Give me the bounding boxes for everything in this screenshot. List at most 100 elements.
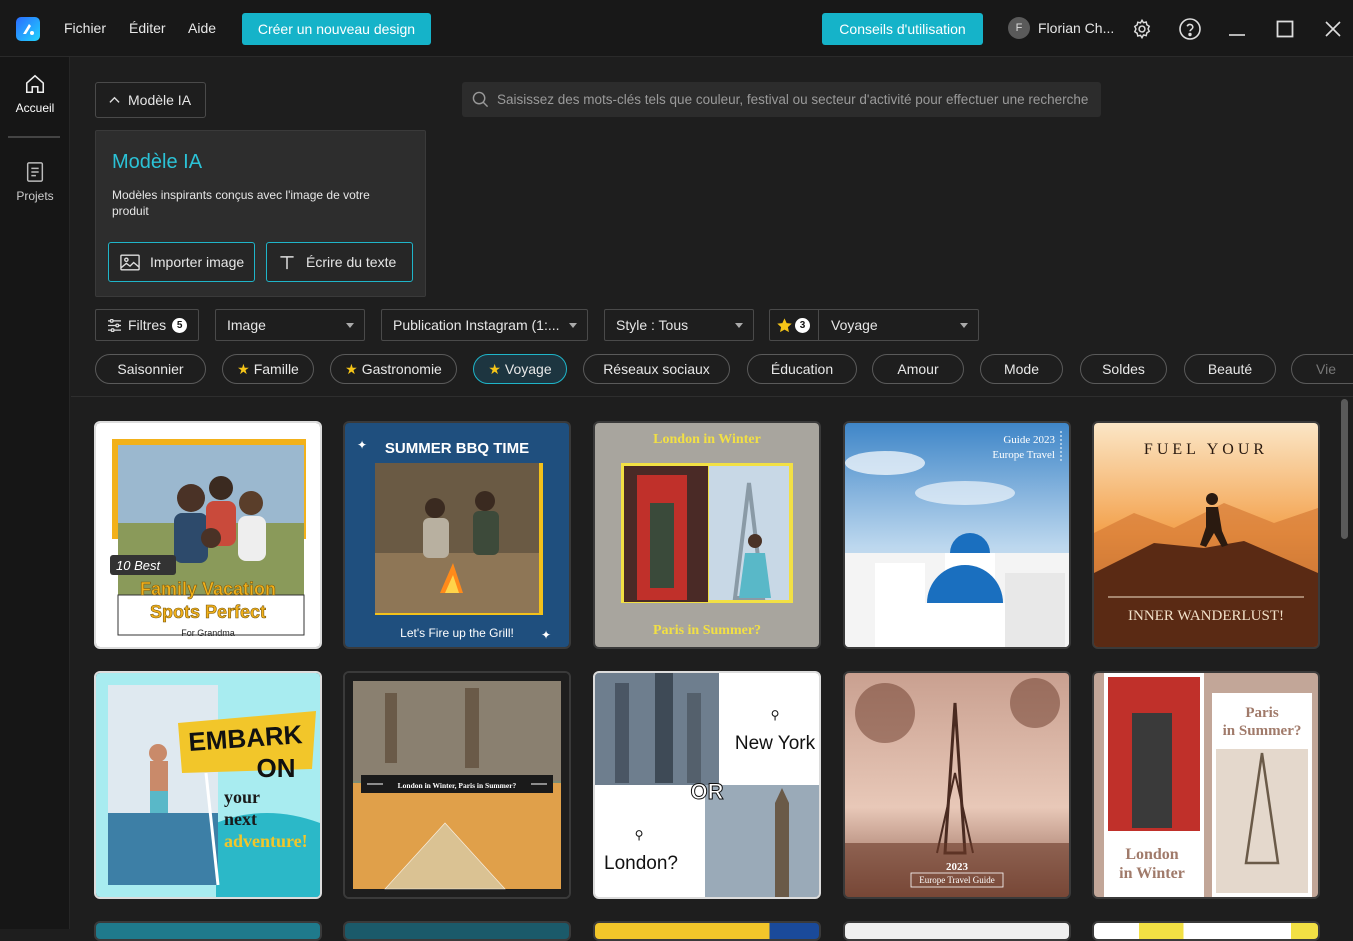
search-input[interactable] [497, 92, 1097, 107]
chip-label: Famille [253, 361, 299, 377]
ai-model-toggle-label: Modèle IA [128, 92, 192, 108]
template-text: Let's Fire up the Grill! [400, 626, 514, 640]
template-text: OR [691, 779, 724, 804]
template-card[interactable] [843, 921, 1071, 941]
settings-gear-icon[interactable] [1129, 16, 1155, 42]
usage-tips-button[interactable]: Conseils d'utilisation [822, 13, 983, 45]
template-text: 10 Best [116, 558, 161, 573]
sidebar-item-home[interactable]: Accueil [0, 73, 70, 115]
template-text: Family Vacation [140, 579, 276, 599]
chip-label: Saisonnier [117, 361, 184, 377]
template-text: For Grandma [181, 628, 235, 638]
menu-file[interactable]: Fichier [64, 20, 106, 36]
filters-button[interactable]: Filtres 5 [95, 309, 199, 341]
chip-fashion[interactable]: Mode [980, 354, 1063, 384]
template-card[interactable]: EMBARK ON your next adventure! [94, 671, 322, 899]
create-new-design-button[interactable]: Créer un nouveau design [242, 13, 431, 45]
maximize-icon[interactable] [1272, 16, 1298, 42]
template-card[interactable] [1092, 921, 1320, 941]
template-text: FUEL YOUR [1144, 441, 1268, 458]
template-card[interactable]: London in Winter, Paris in Summer? [343, 671, 571, 899]
format-select[interactable]: Publication Instagram (1:... [381, 309, 588, 341]
chip-life[interactable]: Vie [1291, 354, 1353, 384]
template-text: your [224, 787, 260, 807]
write-text-button[interactable]: Écrire du texte [266, 242, 413, 282]
style-select[interactable]: Style : Tous [604, 309, 754, 341]
chip-label: Vie [1316, 361, 1336, 377]
close-icon[interactable] [1320, 16, 1346, 42]
chevron-up-icon [109, 96, 120, 103]
app-logo-icon [16, 17, 40, 41]
style-select-value: Style : Tous [616, 317, 689, 333]
section-divider [71, 396, 1353, 397]
chevron-down-icon [960, 323, 968, 328]
select-divider [818, 310, 819, 340]
chip-label: Beauté [1207, 361, 1253, 377]
chip-love[interactable]: Amour [872, 354, 964, 384]
favorites-count-badge: 3 [795, 317, 810, 333]
sparkle-icon: ✦ [541, 628, 551, 642]
sidebar-item-label: Projets [16, 189, 54, 203]
chip-social-networks[interactable]: Réseaux sociaux [583, 354, 730, 384]
chip-label: Mode [1003, 361, 1040, 377]
filters-label: Filtres [128, 317, 167, 333]
user-account[interactable]: F Florian Ch... [1008, 17, 1114, 39]
template-card[interactable]: ⚲ New York OR ⚲ London? [593, 671, 821, 899]
sidebar-item-projects[interactable]: Projets [0, 161, 70, 203]
title-bar: Fichier Éditer Aide Créer un nouveau des… [0, 0, 1353, 57]
user-name: Florian Ch... [1038, 20, 1115, 36]
template-card[interactable] [343, 921, 571, 941]
template-text: London in Winter [653, 432, 761, 447]
template-text: INNER WANDERLUST! [1128, 608, 1284, 624]
sidebar-item-label: Accueil [15, 101, 55, 115]
search-icon [472, 91, 489, 108]
template-text: London [1125, 846, 1178, 863]
chip-education[interactable]: Éducation [747, 354, 857, 384]
text-icon [280, 255, 294, 269]
menu-edit[interactable]: Éditer [129, 20, 166, 36]
chevron-down-icon [735, 323, 743, 328]
template-text: Europe Travel Guide [919, 875, 995, 885]
image-icon [120, 254, 140, 270]
template-text: Paris in Summer? [653, 623, 761, 638]
theme-select[interactable]: 3 Voyage [769, 309, 979, 341]
template-card[interactable]: 10 Best Family Vacation Spots Perfect Fo… [94, 421, 322, 649]
chip-family[interactable]: ★ Famille [222, 354, 314, 384]
chip-label: Voyage [504, 361, 552, 377]
chip-label: Amour [897, 361, 939, 377]
template-card[interactable]: FUEL YOUR INNER WANDERLUST! [1092, 421, 1320, 649]
type-select[interactable]: Image [215, 309, 365, 341]
template-text: Europe Travel [992, 449, 1055, 461]
template-card[interactable] [94, 921, 322, 941]
chip-beauty[interactable]: Beauté [1184, 354, 1276, 384]
template-card[interactable] [593, 921, 821, 941]
chip-sales[interactable]: Soldes [1080, 354, 1167, 384]
template-card[interactable]: London in Winter Paris in Summer? [593, 421, 821, 649]
template-card[interactable]: Paris in Summer? London in Winter [1092, 671, 1320, 899]
ai-panel-title: Modèle IA [112, 151, 203, 173]
chip-label: Gastronomie [361, 361, 442, 377]
location-pin-icon: ⚲ [635, 828, 644, 842]
chip-label: Soldes [1102, 361, 1145, 377]
filters-count-badge: 5 [172, 317, 188, 333]
star-icon: ★ [488, 360, 501, 377]
minimize-icon[interactable] [1224, 16, 1250, 42]
menu-help[interactable]: Aide [188, 20, 216, 36]
chip-seasonal[interactable]: Saisonnier [95, 354, 206, 384]
template-text: in Winter [1119, 865, 1185, 882]
chip-gastronomy[interactable]: ★ Gastronomie [330, 354, 457, 384]
help-icon[interactable] [1177, 16, 1203, 42]
location-pin-icon: ⚲ [771, 708, 780, 722]
search-bar[interactable] [462, 82, 1101, 117]
scrollbar[interactable] [1341, 399, 1348, 539]
ai-model-toggle-button[interactable]: Modèle IA [95, 82, 206, 118]
chip-travel[interactable]: ★ Voyage [473, 354, 567, 384]
main-content: Modèle IA Modèle IA Modèles inspirants c… [71, 57, 1353, 941]
import-image-button[interactable]: Importer image [108, 242, 255, 282]
template-text: ON [257, 753, 296, 783]
ai-model-panel: Modèle IA Modèles inspirants conçus avec… [95, 130, 426, 297]
home-icon [25, 74, 45, 94]
template-card[interactable]: 2023 Europe Travel Guide [843, 671, 1071, 899]
template-card[interactable]: SUMMER BBQ TIME Let's Fire up the Grill!… [343, 421, 571, 649]
template-card[interactable]: Guide 2023 Europe Travel [843, 421, 1071, 649]
